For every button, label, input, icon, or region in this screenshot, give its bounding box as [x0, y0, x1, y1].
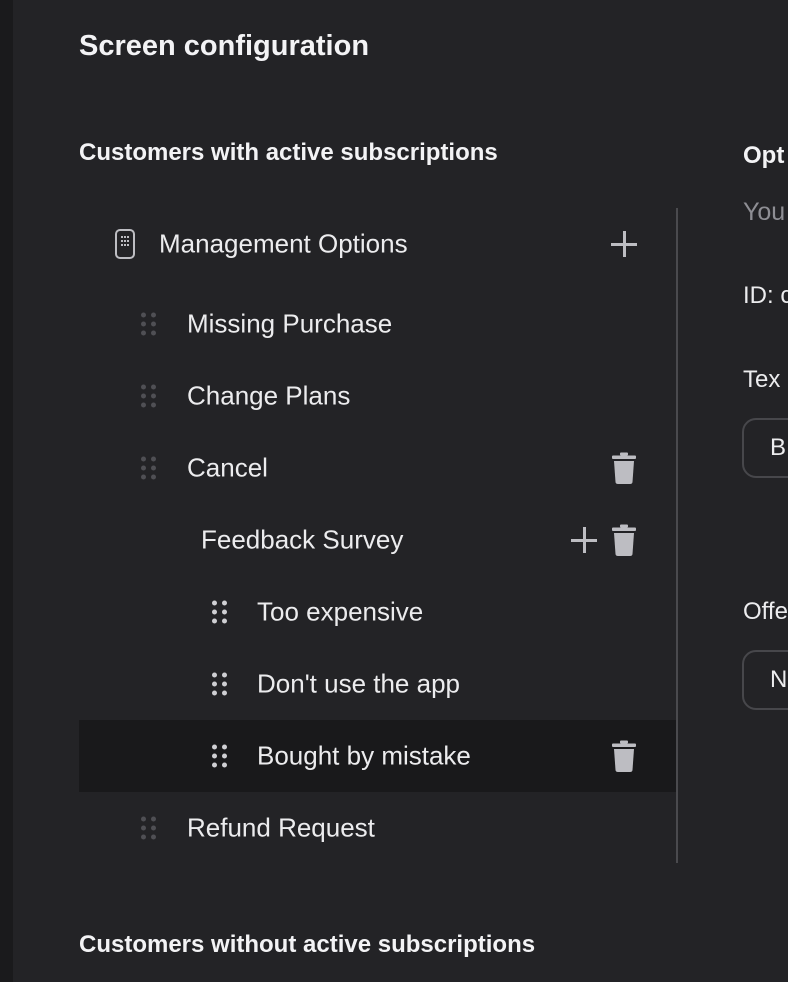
tree-root-label: Management Options [159, 228, 408, 259]
tree-item-label: Bought by mistake [257, 740, 471, 771]
tree-item-label: Feedback Survey [201, 524, 404, 555]
text-field-label: Tex [743, 366, 781, 393]
drag-handle-icon[interactable] [212, 600, 227, 624]
option-id: ID: c [743, 282, 788, 309]
tree-root-management-options[interactable]: Management Options [79, 208, 676, 280]
tree-item-label: Cancel [187, 452, 268, 483]
phone-icon [115, 229, 135, 259]
offer-select[interactable]: N [742, 650, 788, 710]
text-field[interactable]: B [742, 418, 788, 478]
trash-icon[interactable] [611, 524, 637, 556]
tree-item-label: Too expensive [257, 596, 424, 627]
trash-icon[interactable] [611, 740, 637, 772]
tree-item-cancel[interactable]: Cancel [79, 432, 676, 504]
tree-item-feedback-survey[interactable]: Feedback Survey [79, 504, 676, 576]
text-field-value: B [770, 434, 787, 461]
tree-item-label: Don't use the app [257, 668, 460, 699]
offer-select-value: N [770, 666, 788, 693]
add-answer-plus-icon[interactable] [571, 527, 597, 553]
tree-item-refund-request[interactable]: Refund Request [79, 792, 676, 864]
drag-handle-icon[interactable] [141, 384, 156, 408]
tree-item-label: Change Plans [187, 380, 351, 411]
drag-handle-icon[interactable] [141, 312, 156, 336]
tree-item-change-plans[interactable]: Change Plans [79, 360, 676, 432]
tree-item-missing-purchase[interactable]: Missing Purchase [79, 288, 676, 360]
offer-field-label: Offe [743, 598, 788, 625]
section-title-active: Customers with active subscriptions [79, 139, 498, 166]
trash-icon[interactable] [611, 452, 637, 484]
tree-item-label: Refund Request [187, 812, 375, 843]
panel-heading: Opt [743, 142, 785, 169]
panel-subtitle: You [743, 198, 786, 226]
option-details-panel: Opt You ID: c Tex B Offe N [678, 130, 788, 730]
drag-handle-icon[interactable] [212, 744, 227, 768]
tree-item-label: Missing Purchase [187, 308, 393, 339]
add-option-plus-icon[interactable] [611, 231, 637, 257]
page-title: Screen configuration [79, 30, 370, 62]
drag-handle-icon[interactable] [141, 456, 156, 480]
tree-item-too-expensive[interactable]: Too expensive [79, 576, 676, 648]
tree-item-dont-use-the-app[interactable]: Don't use the app [79, 648, 676, 720]
drag-handle-icon[interactable] [212, 672, 227, 696]
window-edge [0, 0, 13, 982]
tree-item-bought-by-mistake[interactable]: Bought by mistake [79, 720, 676, 792]
section-title-inactive: Customers without active subscriptions [79, 931, 536, 958]
drag-handle-icon[interactable] [141, 816, 156, 840]
